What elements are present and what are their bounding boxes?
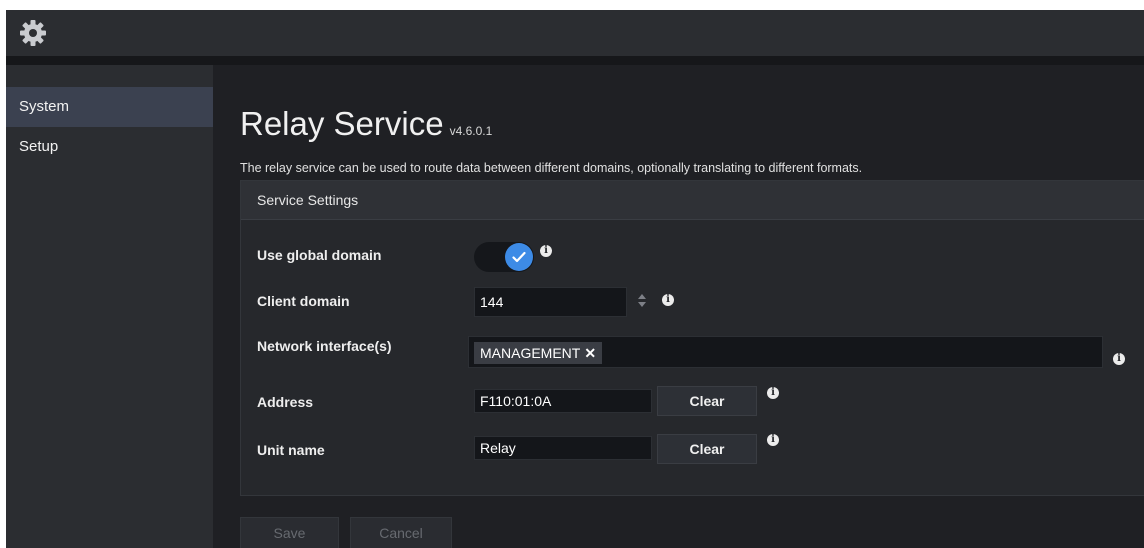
unit-name-clear-button[interactable]: Clear: [657, 434, 757, 464]
address-label: Address: [257, 394, 314, 410]
network-interfaces-label: Network interface(s): [257, 338, 392, 354]
sidebar: System Setup: [6, 65, 213, 548]
network-interface-tag[interactable]: MANAGEMENT ✕: [474, 342, 603, 364]
page-title: Relay Service v4.6.0.1: [240, 105, 492, 143]
client-domain-stepper[interactable]: [638, 292, 646, 310]
page-title-text: Relay Service: [240, 105, 444, 142]
toggle-knob: [505, 243, 533, 271]
info-icon[interactable]: i: [540, 245, 552, 257]
network-interfaces-input[interactable]: MANAGEMENT ✕: [468, 336, 1103, 368]
page-description: The relay service can be used to route d…: [240, 161, 863, 175]
stepper-down-icon[interactable]: [638, 302, 646, 307]
panel-title: Service Settings: [241, 181, 1144, 220]
client-domain-label: Client domain: [257, 293, 350, 309]
tag-remove-icon[interactable]: ✕: [584, 345, 596, 361]
header-divider: [6, 56, 1144, 65]
sidebar-item-setup[interactable]: Setup: [6, 127, 213, 167]
main-content: Relay Service v4.6.0.1 The relay service …: [213, 65, 1144, 548]
save-button[interactable]: Save: [240, 517, 339, 548]
info-icon[interactable]: i: [767, 387, 779, 399]
use-global-domain-label: Use global domain: [257, 247, 382, 263]
address-clear-button[interactable]: Clear: [657, 386, 757, 416]
cancel-button[interactable]: Cancel: [350, 517, 452, 548]
sidebar-item-system[interactable]: System: [6, 87, 213, 127]
info-icon[interactable]: i: [767, 434, 779, 446]
service-settings-panel: Service Settings Use global domain i Cli…: [240, 180, 1144, 496]
stepper-up-icon[interactable]: [638, 294, 646, 299]
version-label: v4.6.0.1: [449, 124, 493, 138]
checkmark-icon: [512, 251, 526, 263]
info-icon[interactable]: i: [662, 294, 674, 306]
client-domain-input[interactable]: 144: [474, 287, 627, 317]
unit-name-input[interactable]: Relay: [474, 436, 652, 460]
info-icon[interactable]: i: [1113, 353, 1125, 365]
gear-icon[interactable]: [19, 19, 47, 47]
use-global-domain-toggle[interactable]: [474, 242, 534, 272]
tag-label: MANAGEMENT: [480, 345, 581, 361]
address-input[interactable]: F110:01:0A: [474, 389, 652, 413]
app-window: System Setup Relay Service v4.6.0.1 The r…: [6, 10, 1144, 548]
top-bar: [6, 10, 1144, 56]
unit-name-label: Unit name: [257, 442, 325, 458]
